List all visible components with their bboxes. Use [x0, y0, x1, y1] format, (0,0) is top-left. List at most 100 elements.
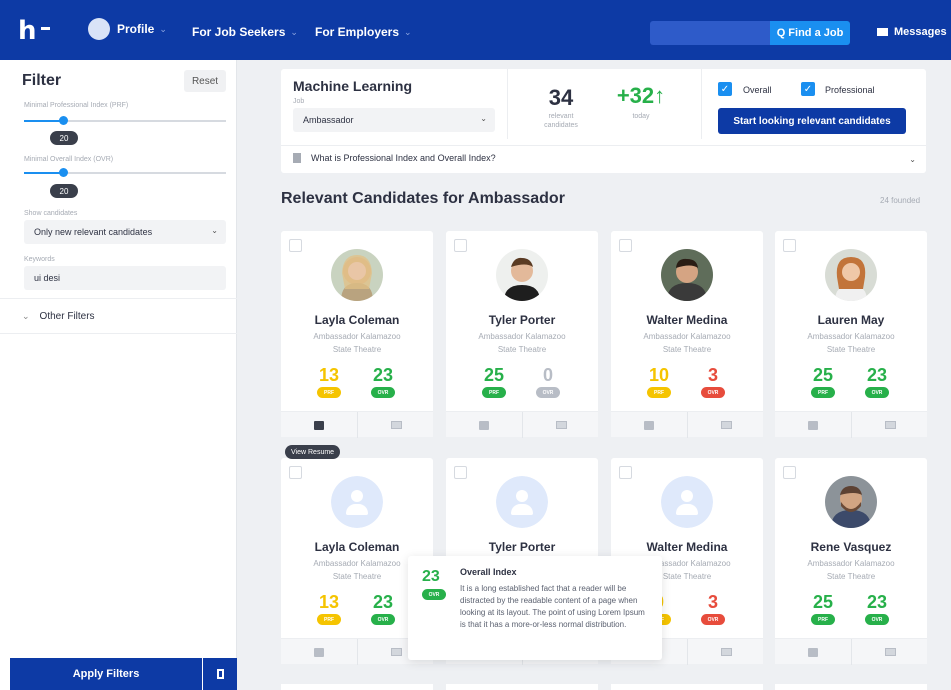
prf-score: 13	[318, 592, 340, 612]
card-peek	[446, 684, 598, 690]
candidate-name: Tyler Porter	[488, 540, 556, 554]
candidate-position-line2: State Theatre	[332, 572, 382, 581]
prf-slider-fill	[24, 120, 64, 122]
message-button[interactable]	[852, 639, 928, 665]
job-select-value: Ambassador	[303, 115, 354, 125]
reset-button[interactable]: Reset	[184, 70, 226, 92]
ovr-slider[interactable]	[24, 168, 226, 177]
card-checkbox[interactable]	[289, 466, 302, 479]
divider	[701, 69, 702, 139]
ovr-score: 0	[542, 365, 553, 385]
popover-title: Overall Index	[460, 567, 517, 577]
message-button[interactable]	[358, 412, 434, 438]
popover-text: It is a long established fact that a rea…	[460, 584, 645, 629]
nav-job-seekers[interactable]: For Job Seekers ⌄	[192, 25, 298, 39]
chevron-down-icon[interactable]: ⌄	[909, 155, 916, 164]
other-filters-label: Other Filters	[39, 310, 95, 322]
job-summary-card: Machine Learning Job Ambassador ⌄ 34 rel…	[281, 69, 926, 173]
message-button[interactable]	[688, 412, 764, 438]
candidate-position: Ambassador Kalamazoo State Theatre	[775, 330, 927, 356]
ovr-badge: OVR	[536, 387, 560, 398]
filter-title: Filter	[22, 72, 62, 89]
find-job-button[interactable]: Q Find a Job	[770, 21, 850, 45]
view-resume-button[interactable]	[281, 412, 357, 438]
popover-score: 23	[422, 568, 440, 585]
top-navbar: h Profile ⌄ For Job Seekers ⌄ For Employ…	[0, 0, 951, 60]
mail-icon	[720, 421, 732, 429]
candidate-position-line2: State Theatre	[826, 345, 876, 354]
ovr-score: 23	[866, 365, 888, 385]
candidate-position-line1: Ambassador Kalamazoo	[478, 332, 566, 341]
view-resume-tooltip: View Resume	[285, 445, 341, 459]
card-checkbox[interactable]	[619, 466, 632, 479]
ovr-badge: OVR	[701, 614, 725, 625]
ovr-score: 3	[707, 365, 718, 385]
prf-slider-handle[interactable]	[59, 116, 68, 125]
apply-side-button[interactable]	[203, 658, 237, 690]
chevron-down-icon: ⌄	[290, 26, 298, 37]
relevant-count: 34	[548, 85, 574, 110]
start-looking-button[interactable]: Start looking relevant candidates	[718, 108, 906, 134]
avatar	[496, 249, 548, 301]
card-checkbox[interactable]	[454, 466, 467, 479]
card-checkbox[interactable]	[289, 239, 302, 252]
profile-label: Profile	[117, 22, 155, 36]
mail-icon	[720, 648, 732, 656]
prf-score: 10	[648, 365, 670, 385]
prf-slider[interactable]	[24, 116, 226, 125]
messages-label: Messages	[894, 26, 947, 38]
avatar	[331, 476, 383, 528]
apply-filters-button[interactable]: Apply Filters	[10, 658, 202, 690]
ovr-slider-handle[interactable]	[59, 168, 68, 177]
nav-employers-label: For Employers	[315, 25, 400, 39]
show-candidates-select[interactable]: Only new relevant candidates ⌄	[24, 220, 226, 244]
overall-index-popover: 23 OVR Overall Index It is a long establ…	[408, 556, 662, 660]
index-info-toggle[interactable]: What is Professional Index and Overall I…	[293, 153, 496, 163]
prf-badge: PRF	[317, 387, 341, 398]
card-actions	[446, 411, 599, 438]
card-actions	[281, 411, 434, 438]
messages-link[interactable]: Messages	[877, 26, 947, 38]
job-select[interactable]: Ambassador ⌄	[293, 108, 495, 132]
message-button[interactable]	[523, 412, 599, 438]
professional-checkbox[interactable]: ✓	[801, 82, 815, 96]
card-actions	[775, 411, 928, 438]
view-resume-button[interactable]	[446, 412, 522, 438]
candidate-card[interactable]: Lauren May Ambassador Kalamazoo State Thea…	[775, 231, 928, 438]
view-resume-button[interactable]	[611, 412, 687, 438]
candidate-card[interactable]: Layla Coleman Ambassador Kalamazoo State T…	[281, 231, 434, 438]
candidate-name: Walter Medina	[646, 540, 728, 554]
card-peek	[281, 684, 433, 690]
candidate-position-line2: State Theatre	[826, 572, 876, 581]
prf-slider-label: Minimal Professional Index (PRF)	[24, 102, 129, 109]
card-checkbox[interactable]	[783, 466, 796, 479]
prf-badge: PRF	[317, 614, 341, 625]
search-input[interactable]	[650, 21, 770, 45]
profile-menu[interactable]: Profile ⌄	[88, 18, 167, 40]
avatar	[825, 476, 877, 528]
other-filters-toggle[interactable]: ⌄ Other Filters	[0, 298, 237, 334]
overall-checkbox[interactable]: ✓	[718, 82, 732, 96]
nav-employers[interactable]: For Employers ⌄	[315, 25, 412, 39]
view-resume-button[interactable]	[775, 639, 851, 665]
candidate-card[interactable]: Tyler Porter Ambassador Kalamazoo State Th…	[446, 231, 599, 438]
card-checkbox[interactable]	[783, 239, 796, 252]
candidate-position-line2: State Theatre	[497, 345, 547, 354]
candidate-card[interactable]: Rene Vasquez Ambassador Kalamazoo State Th…	[775, 458, 928, 665]
filter-sidebar: Filter Reset Minimal Professional Index …	[0, 60, 237, 690]
mail-icon	[390, 648, 402, 656]
message-button[interactable]	[688, 639, 764, 665]
card-checkbox[interactable]	[454, 239, 467, 252]
resume-icon	[808, 420, 818, 430]
view-resume-button[interactable]	[775, 412, 851, 438]
candidate-name: Layla Coleman	[314, 540, 400, 554]
ovr-slider-value: 20	[50, 184, 78, 198]
ovr-badge: OVR	[371, 614, 395, 625]
message-button[interactable]	[852, 412, 928, 438]
card-checkbox[interactable]	[619, 239, 632, 252]
candidate-card[interactable]: Walter Medina Ambassador Kalamazoo State T…	[611, 231, 764, 438]
view-resume-button[interactable]	[281, 639, 357, 665]
candidate-position: Ambassador Kalamazoo State Theatre	[281, 330, 433, 356]
keywords-input[interactable]: ui desi	[24, 266, 226, 290]
logo[interactable]: h	[18, 16, 36, 46]
